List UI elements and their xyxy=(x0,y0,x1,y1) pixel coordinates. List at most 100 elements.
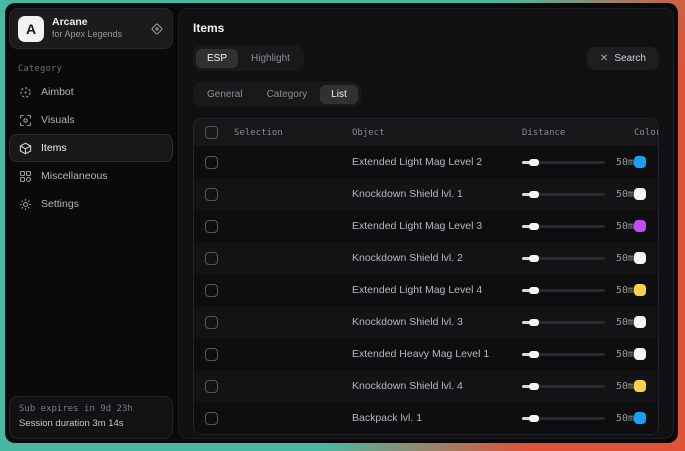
table-row: Knockdown Shield lvl. 2 50m xyxy=(194,242,658,274)
row-checkbox[interactable] xyxy=(205,220,218,233)
sidebar-item-label: Items xyxy=(41,142,67,154)
header-selection: Selection xyxy=(234,128,352,138)
table-row: Extended Light Mag Level 3 50m xyxy=(194,210,658,242)
color-swatch[interactable] xyxy=(634,156,646,168)
sidebar-item-settings[interactable]: Settings xyxy=(9,190,173,218)
distance-value: 50m xyxy=(616,253,634,264)
distance-slider[interactable] xyxy=(522,289,605,292)
header-distance: Distance xyxy=(522,128,634,138)
table-row: Knockdown Shield lvl. 4 50m xyxy=(194,370,658,402)
toolbar: ESP Highlight ✕ Search xyxy=(193,46,659,71)
row-checkbox[interactable] xyxy=(205,380,218,393)
grid-icon xyxy=(19,170,32,183)
tab-general[interactable]: General xyxy=(196,85,254,104)
select-all-checkbox[interactable] xyxy=(205,126,218,139)
row-checkbox[interactable] xyxy=(205,316,218,329)
table-header-row: Selection Object Distance Color xyxy=(194,119,658,146)
app-title: Arcane xyxy=(52,16,142,29)
color-swatch[interactable] xyxy=(634,188,646,200)
session-duration-text: Session duration 3m 14s xyxy=(19,417,163,431)
row-checkbox[interactable] xyxy=(205,156,218,169)
table-row: Extended Heavy Mag Level 1 50m xyxy=(194,338,658,370)
color-swatch[interactable] xyxy=(634,316,646,328)
distance-slider[interactable] xyxy=(522,321,605,324)
object-name: Knockdown Shield lvl. 1 xyxy=(352,188,522,200)
crosshair-icon xyxy=(19,86,32,99)
sidebar-item-miscellaneous[interactable]: Miscellaneous xyxy=(9,162,173,190)
color-swatch[interactable] xyxy=(634,380,646,392)
object-name: Extended Light Mag Level 3 xyxy=(352,220,522,232)
app-window: A Arcane for Apex Legends Category xyxy=(5,3,678,443)
table-row: Knockdown Shield lvl. 3 50m xyxy=(194,306,658,338)
eye-icon xyxy=(19,114,32,127)
table-row: Extended Light Mag Level 4 50m xyxy=(194,274,658,306)
sidebar-item-items[interactable]: Items xyxy=(9,134,173,162)
sidebar-item-label: Aimbot xyxy=(41,86,74,98)
app-header-card: A Arcane for Apex Legends xyxy=(9,8,173,49)
distance-slider[interactable] xyxy=(522,385,605,388)
distance-value: 50m xyxy=(616,349,634,360)
row-checkbox[interactable] xyxy=(205,284,218,297)
object-name: Extended Heavy Mag Level 1 xyxy=(352,348,522,360)
distance-value: 50m xyxy=(616,157,634,168)
search-button-label: Search xyxy=(614,53,646,64)
items-panel: Items ESP Highlight ✕ Search General Cat… xyxy=(178,8,674,439)
distance-slider[interactable] xyxy=(522,257,605,260)
tab-esp[interactable]: ESP xyxy=(196,49,238,68)
header-color: Color xyxy=(634,128,659,138)
distance-value: 50m xyxy=(616,285,634,296)
distance-slider[interactable] xyxy=(522,417,605,420)
object-name: Knockdown Shield lvl. 4 xyxy=(352,380,522,392)
search-icon: ✕ xyxy=(600,53,608,64)
distance-slider[interactable] xyxy=(522,353,605,356)
sidebar-item-label: Visuals xyxy=(41,114,75,126)
color-swatch[interactable] xyxy=(634,284,646,296)
distance-slider[interactable] xyxy=(522,193,605,196)
row-checkbox[interactable] xyxy=(205,412,218,425)
sidebar-nav: Aimbot Visuals Items xyxy=(9,78,173,218)
app-meta: Arcane for Apex Legends xyxy=(52,16,142,40)
object-name: Extended Light Mag Level 4 xyxy=(352,284,522,296)
distance-value: 50m xyxy=(616,189,634,200)
distance-slider[interactable] xyxy=(522,161,605,164)
object-name: Extended Light Mag Level 2 xyxy=(352,156,522,168)
category-label: Category xyxy=(18,64,173,74)
object-name: Backpack lvl. 1 xyxy=(352,412,522,424)
tab-highlight[interactable]: Highlight xyxy=(240,49,301,68)
page-title: Items xyxy=(193,21,659,35)
pin-icon[interactable] xyxy=(150,22,164,36)
color-swatch[interactable] xyxy=(634,348,646,360)
object-name: Knockdown Shield lvl. 2 xyxy=(352,252,522,264)
table-row: Backpack lvl. 1 50m xyxy=(194,402,658,434)
app-logo: A xyxy=(18,16,44,42)
table-row: Extended Light Mag Level 2 50m xyxy=(194,146,658,178)
sidebar-item-label: Settings xyxy=(41,198,79,210)
distance-value: 50m xyxy=(616,381,634,392)
table-row: Knockdown Shield lvl. 1 50m xyxy=(194,178,658,210)
sidebar-item-aimbot[interactable]: Aimbot xyxy=(9,78,173,106)
app-subtitle: for Apex Legends xyxy=(52,29,142,40)
distance-value: 50m xyxy=(616,221,634,232)
tab-list[interactable]: List xyxy=(320,85,358,104)
color-swatch[interactable] xyxy=(634,220,646,232)
sidebar-item-label: Miscellaneous xyxy=(41,170,108,182)
color-swatch[interactable] xyxy=(634,252,646,264)
row-checkbox[interactable] xyxy=(205,188,218,201)
mode-tab-group: ESP Highlight xyxy=(193,46,304,71)
row-checkbox[interactable] xyxy=(205,348,218,361)
package-icon xyxy=(19,142,32,155)
sub-expiry-text: Sub expires in 9d 23h xyxy=(19,403,163,417)
session-card: Sub expires in 9d 23h Session duration 3… xyxy=(9,396,173,439)
sidebar: A Arcane for Apex Legends Category xyxy=(9,8,173,439)
object-name: Knockdown Shield lvl. 3 xyxy=(352,316,522,328)
gear-icon xyxy=(19,198,32,211)
row-checkbox[interactable] xyxy=(205,252,218,265)
tab-category[interactable]: Category xyxy=(256,85,319,104)
view-tab-group: General Category List xyxy=(193,82,361,107)
search-button[interactable]: ✕ Search xyxy=(587,47,659,70)
color-swatch[interactable] xyxy=(634,412,646,424)
distance-slider[interactable] xyxy=(522,225,605,228)
header-object: Object xyxy=(352,128,522,138)
items-table: Selection Object Distance Color Extended… xyxy=(193,118,659,435)
sidebar-item-visuals[interactable]: Visuals xyxy=(9,106,173,134)
